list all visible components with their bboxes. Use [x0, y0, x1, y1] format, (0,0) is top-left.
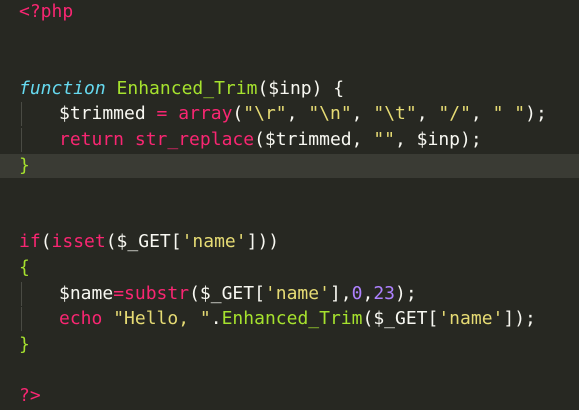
- code-token: ?>: [19, 385, 41, 406]
- code-token: }: [19, 333, 30, 355]
- code-token: isset: [51, 231, 106, 253]
- code-token: }: [19, 154, 30, 176]
- code-token: ]);: [503, 308, 536, 330]
- code-line[interactable]: echo "Hello, ".Enhanced_Trim($_GET['name…: [0, 307, 579, 332]
- code-token: "": [373, 129, 395, 150]
- code-token: ($inp) {: [257, 77, 345, 99]
- code-token: "\r": [243, 103, 287, 125]
- indent-guide: [19, 128, 59, 152]
- code-line[interactable]: if(isset($_GET['name'])): [0, 230, 579, 254]
- code-token: ,: [351, 103, 374, 125]
- code-token: ],: [329, 282, 352, 304]
- code-token: <?php: [19, 1, 74, 22]
- code-token: ,: [470, 103, 493, 125]
- code-token: (: [232, 103, 244, 125]
- code-token: return: [59, 129, 125, 150]
- code-line[interactable]: }: [0, 333, 579, 357]
- code-token: ($_GET[: [362, 308, 439, 330]
- code-token: 0: [351, 282, 363, 304]
- code-token: 'name': [264, 282, 330, 304]
- code-line[interactable]: [0, 179, 579, 203]
- indent-guide: [19, 102, 59, 127]
- code-line[interactable]: [0, 358, 579, 382]
- code-token: =: [113, 282, 125, 304]
- code-token: (: [40, 231, 52, 253]
- code-line[interactable]: <?php: [0, 0, 579, 24]
- code-token: function: [19, 77, 106, 99]
- code-line[interactable]: $trimmed = array("\r", "\n", "\t", "/", …: [0, 102, 579, 127]
- code-token: 'name': [438, 308, 504, 330]
- code-token: );: [395, 282, 417, 304]
- code-token: echo: [59, 308, 103, 330]
- code-token: 'name': [181, 231, 247, 253]
- code-token: if: [19, 231, 41, 253]
- code-token: ,: [416, 103, 439, 125]
- code-token: "Hello, ": [113, 308, 211, 330]
- code-token: array: [178, 103, 233, 125]
- code-token: =: [156, 103, 168, 125]
- code-line[interactable]: [0, 205, 579, 229]
- code-line[interactable]: $name=substr($_GET['name'],0,23);: [0, 281, 579, 306]
- code-token: ($trimmed,: [254, 129, 374, 150]
- code-token: ])): [246, 231, 280, 253]
- code-token: "\n": [308, 103, 352, 125]
- code-token: ($_GET[: [105, 231, 182, 253]
- code-token: );: [525, 103, 547, 125]
- code-token: "\t": [373, 103, 417, 125]
- code-token: str_replace: [134, 129, 255, 150]
- indent-guide: [19, 307, 59, 332]
- indent-guide: [19, 281, 59, 306]
- code-token: " ": [492, 103, 526, 125]
- code-token: .: [210, 308, 222, 330]
- code-token: {: [19, 257, 30, 278]
- code-line[interactable]: }: [0, 153, 579, 178]
- code-line[interactable]: return str_replace($trimmed, "", $inp);: [0, 128, 579, 152]
- code-token: $name: [59, 282, 114, 304]
- code-token: substr: [124, 282, 190, 304]
- code-token: ($_GET[: [189, 282, 265, 304]
- code-line[interactable]: function Enhanced_Trim($inp) {: [0, 77, 579, 101]
- code-token: , $inp);: [395, 129, 482, 150]
- code-line[interactable]: ?>: [0, 384, 579, 408]
- code-token: Enhanced_Trim: [116, 77, 258, 99]
- code-line[interactable]: {: [0, 256, 579, 280]
- code-token: ,: [286, 103, 309, 125]
- code-token: $trimmed: [59, 103, 157, 125]
- code-token: 23: [373, 282, 396, 304]
- code-line[interactable]: [0, 51, 579, 75]
- code-token: "/": [438, 103, 471, 125]
- code-token: ,: [362, 282, 374, 304]
- code-token: Enhanced_Trim: [221, 308, 363, 330]
- code-editor[interactable]: <?php function Enhanced_Trim($inp) {$trim…: [0, 0, 579, 410]
- code-line[interactable]: [0, 26, 579, 50]
